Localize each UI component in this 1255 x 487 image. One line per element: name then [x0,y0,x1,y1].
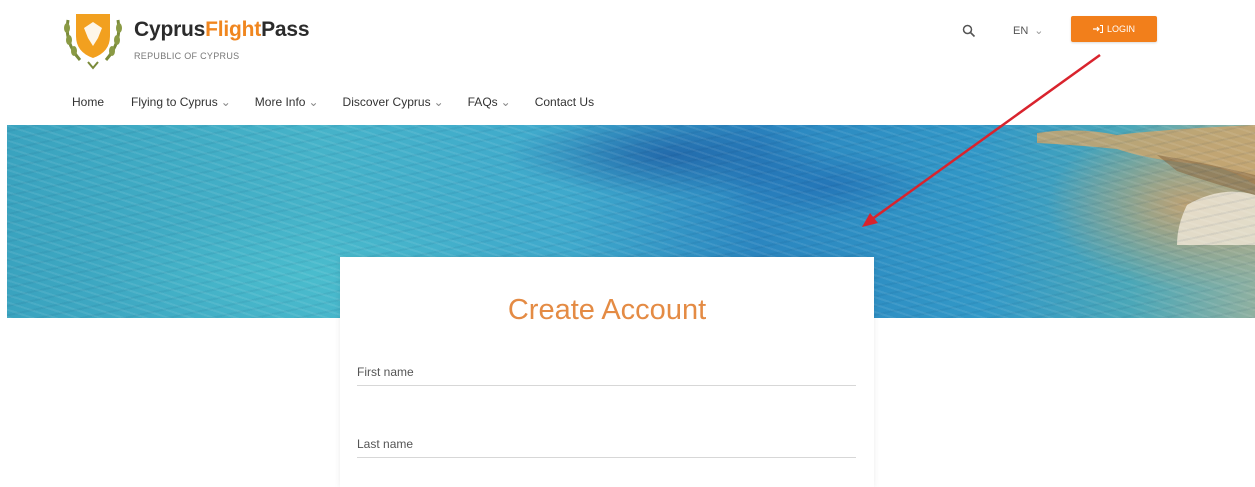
brand-part-pass: Pass [261,18,310,41]
chevron-down-icon: ⌄ [308,95,319,109]
nav-item-home[interactable]: Home [72,95,107,109]
brand-name[interactable]: CyprusFlightPass [134,18,310,42]
nav-item-more-info[interactable]: More Info ⌄ [255,95,319,109]
brand-subtitle: REPUBLIC OF CYPRUS [134,51,240,61]
last-name-input[interactable] [357,429,860,459]
language-selector[interactable]: EN ⌄ [1013,24,1044,37]
nav-item-contact-us[interactable]: Contact Us [535,95,597,109]
chevron-down-icon: ⌄ [433,95,444,109]
login-button[interactable]: LOGIN [1071,16,1157,42]
create-account-card: Create Account First name Last name [340,257,874,487]
nav-item-label: Contact Us [534,95,595,109]
chevron-down-icon: ⌄ [1034,25,1044,37]
nav-item-label: Flying to Cyprus [131,95,218,109]
first-name-field[interactable]: First name [357,357,860,387]
language-label: EN [1013,25,1029,37]
brand-part-cyprus: Cyprus [134,18,206,41]
nav-item-label: More Info [254,95,306,109]
search-icon[interactable] [962,24,976,38]
cyprus-coat-of-arms-logo[interactable] [60,8,126,72]
first-name-input[interactable] [357,357,860,387]
nav-item-label: Discover Cyprus [342,95,431,109]
sign-in-icon [1092,25,1103,33]
site-header: CyprusFlightPass REPUBLIC OF CYPRUS EN ⌄ … [0,0,1255,125]
last-name-field[interactable]: Last name [357,429,860,459]
nav-item-flying-to-cyprus[interactable]: Flying to Cyprus ⌄ [131,95,231,109]
nav-item-label: FAQs [467,95,498,109]
nav-item-discover-cyprus[interactable]: Discover Cyprus ⌄ [343,95,444,109]
chevron-down-icon: ⌄ [500,95,511,109]
chevron-down-icon: ⌄ [220,95,231,109]
page-title: Create Account [507,294,707,326]
main-nav: Home Flying to Cyprus ⌄ More Info ⌄ Discov… [72,95,621,109]
coastline-rocks-image [1037,125,1255,245]
nav-item-faqs[interactable]: FAQs ⌄ [468,95,511,109]
brand-part-flight: Flight [205,18,262,41]
login-label: LOGIN [1106,24,1135,34]
nav-item-label: Home [72,95,105,109]
